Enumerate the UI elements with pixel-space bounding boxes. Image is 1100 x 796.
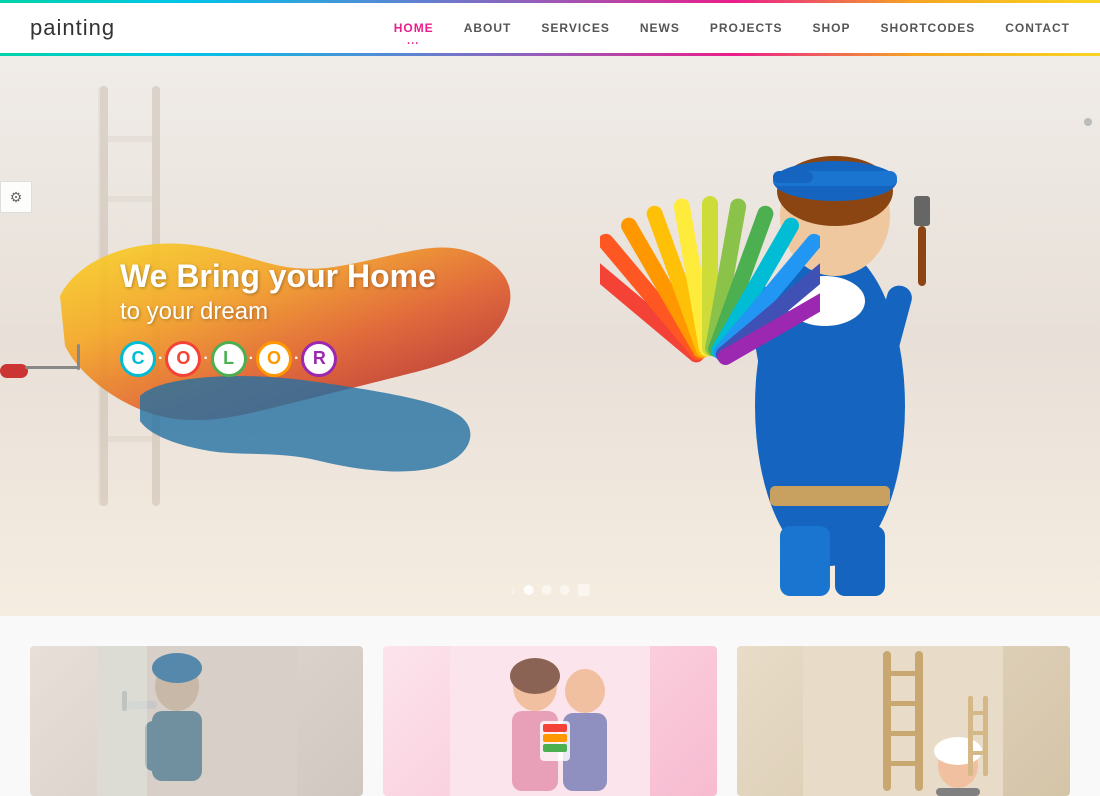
gear-icon: ⚙ — [10, 189, 23, 206]
paint-roller — [0, 336, 95, 411]
nav-contact[interactable]: CONTACT — [1005, 21, 1070, 35]
carousel-dots: › — [511, 582, 590, 598]
hero-headline-1: We Bring your Home — [120, 256, 436, 298]
site-logo[interactable]: painting — [30, 15, 115, 41]
nav-about[interactable]: ABOUT — [464, 21, 512, 35]
nav-projects[interactable]: PROJECTS — [710, 21, 783, 35]
hero-section: ⚙ — [0, 56, 1100, 616]
dot-separator-3: · — [249, 350, 254, 368]
nav-news[interactable]: NEWS — [640, 21, 680, 35]
color-word-display: C · O · L · O · R — [120, 341, 436, 377]
card-painter — [30, 646, 363, 796]
color-letter-l: L — [211, 341, 247, 377]
card-2-figure — [383, 646, 716, 796]
carousel-dot-3[interactable] — [559, 585, 569, 595]
dot-separator-4: · — [294, 350, 299, 368]
color-letter-o2: O — [256, 341, 292, 377]
dot-separator-1: · — [158, 350, 163, 368]
nav-services[interactable]: SERVICES — [541, 21, 609, 35]
color-letter-r: R — [301, 341, 337, 377]
hero-text-block: We Bring your Home to your dream C · O ·… — [120, 256, 436, 377]
dot-separator-2: · — [203, 350, 208, 368]
nav-home[interactable]: HOME — [394, 21, 434, 35]
card-3-figure — [737, 646, 1070, 796]
color-letter-o1: O — [165, 341, 201, 377]
hero-headline-2: to your dream — [120, 298, 436, 326]
nav-shortcodes[interactable]: SHORTCODES — [881, 21, 976, 35]
color-letter-c: C — [120, 341, 156, 377]
site-header: painting HOME ABOUT SERVICES NEWS PROJEC… — [0, 3, 1100, 56]
main-nav: HOME ABOUT SERVICES NEWS PROJECTS SHOP S… — [394, 21, 1070, 35]
nav-shop[interactable]: SHOP — [813, 21, 851, 35]
card-couple — [383, 646, 716, 796]
card-1-figure — [30, 646, 363, 796]
carousel-dot-2[interactable] — [541, 585, 551, 595]
color-swatch-fan — [600, 176, 800, 356]
bottom-section — [0, 616, 1100, 796]
cards-row — [30, 646, 1070, 796]
carousel-dot-4[interactable] — [577, 584, 589, 596]
carousel-prev[interactable]: › — [511, 582, 516, 598]
status-dot — [1084, 118, 1092, 126]
carousel-dot-1[interactable] — [523, 585, 533, 595]
card-ladder — [737, 646, 1070, 796]
settings-button[interactable]: ⚙ — [0, 181, 32, 213]
